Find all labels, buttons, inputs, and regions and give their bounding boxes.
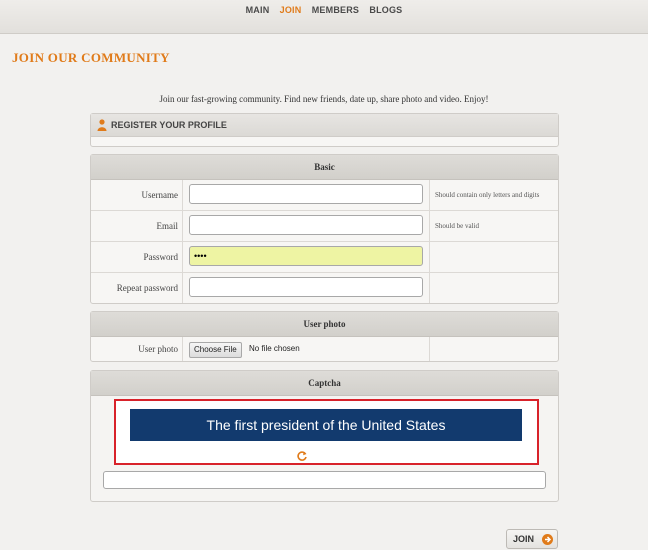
basic-heading: Basic bbox=[91, 155, 558, 180]
email-label: Email bbox=[91, 211, 183, 241]
file-status: No file chosen bbox=[249, 344, 300, 353]
register-header-bar: REGISTER YOUR PROFILE bbox=[91, 114, 558, 137]
join-button[interactable]: JOIN bbox=[506, 529, 558, 549]
register-heading: REGISTER YOUR PROFILE bbox=[111, 120, 227, 130]
username-input[interactable] bbox=[189, 184, 423, 204]
email-row: Email Should be valid bbox=[91, 211, 558, 242]
page-title: JOIN OUR COMMUNITY bbox=[12, 50, 170, 65]
username-cell bbox=[183, 180, 430, 210]
email-hint: Should be valid bbox=[435, 222, 479, 230]
user-photo-label: User photo bbox=[91, 337, 183, 361]
repeat-password-row: Repeat password bbox=[91, 273, 558, 303]
username-hint: Should contain only letters and digits bbox=[435, 191, 540, 199]
user-photo-heading: User photo bbox=[91, 312, 558, 337]
nav-links: MAIN JOIN MEMBERS BLOGS bbox=[0, 5, 648, 15]
refresh-icon[interactable] bbox=[296, 450, 308, 462]
repeat-password-label: Repeat password bbox=[91, 273, 183, 303]
user-icon bbox=[97, 119, 107, 131]
register-header-panel: REGISTER YOUR PROFILE bbox=[90, 113, 559, 147]
user-photo-row: User photo Choose File No file chosen bbox=[91, 337, 558, 361]
captcha-section: Captcha The first president of the Unite… bbox=[90, 370, 559, 502]
join-button-label: JOIN bbox=[513, 534, 535, 544]
arrow-right-icon bbox=[542, 534, 553, 545]
nav-item-blogs[interactable]: BLOGS bbox=[369, 5, 402, 15]
choose-file-button[interactable]: Choose File bbox=[189, 342, 242, 358]
captcha-highlight: The first president of the United States bbox=[114, 399, 539, 465]
repeat-password-input[interactable] bbox=[189, 277, 423, 297]
email-input[interactable] bbox=[189, 215, 423, 235]
user-photo-cell: Choose File No file chosen bbox=[183, 337, 430, 361]
captcha-heading: Captcha bbox=[91, 371, 558, 396]
captcha-image: The first president of the United States bbox=[130, 409, 522, 441]
password-label: Password bbox=[91, 242, 183, 272]
password-input[interactable] bbox=[189, 246, 423, 266]
basic-section: Basic Username Should contain only lette… bbox=[90, 154, 559, 304]
top-nav: MAIN JOIN MEMBERS BLOGS bbox=[0, 0, 648, 34]
user-photo-section: User photo User photo Choose File No fil… bbox=[90, 311, 559, 362]
email-cell bbox=[183, 211, 430, 241]
captcha-input[interactable] bbox=[103, 471, 546, 489]
username-row: Username Should contain only letters and… bbox=[91, 180, 558, 211]
nav-item-join[interactable]: JOIN bbox=[280, 5, 302, 15]
password-row: Password bbox=[91, 242, 558, 273]
intro-text: Join our fast-growing community. Find ne… bbox=[159, 94, 489, 104]
nav-item-members[interactable]: MEMBERS bbox=[312, 5, 359, 15]
repeat-password-cell bbox=[183, 273, 430, 303]
nav-item-main[interactable]: MAIN bbox=[246, 5, 270, 15]
password-cell bbox=[183, 242, 430, 272]
username-label: Username bbox=[91, 180, 183, 210]
